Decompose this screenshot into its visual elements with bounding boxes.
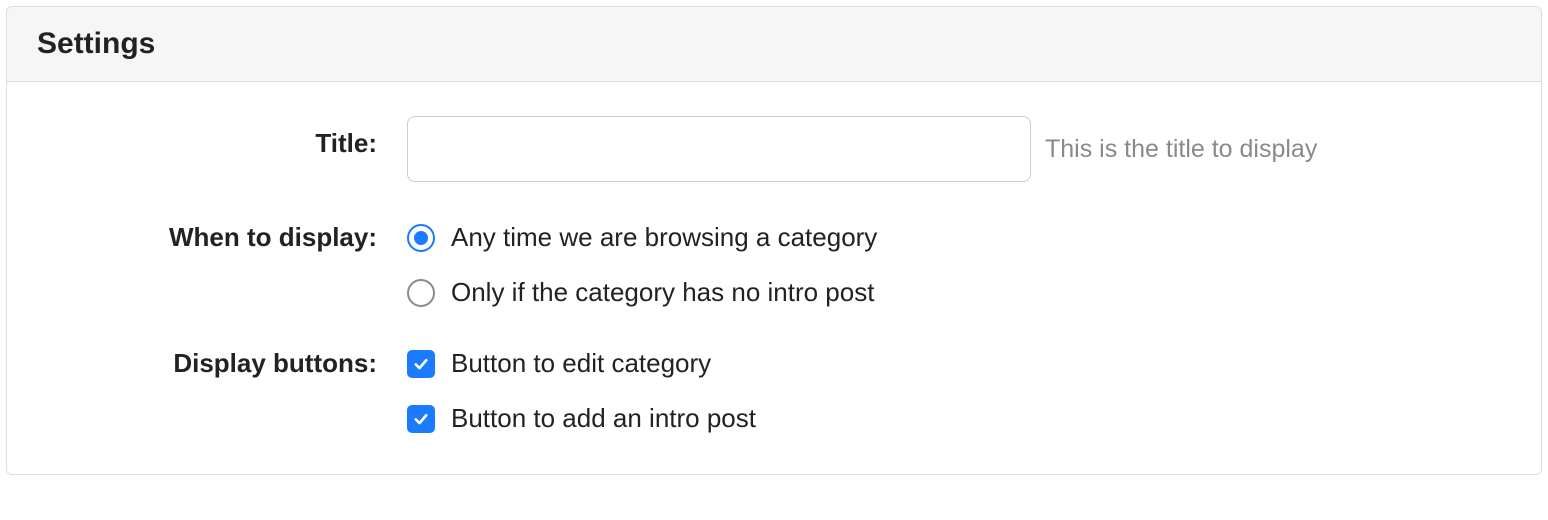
title-row: Title: This is the title to display [37, 116, 1511, 182]
radio-icon [407, 224, 435, 252]
radio-option-no-intro[interactable]: Only if the category has no intro post [407, 277, 877, 308]
settings-panel: Settings Title: This is the title to dis… [6, 6, 1542, 475]
when-to-display-options: Any time we are browsing a category Only… [407, 222, 877, 308]
checkbox-option-add-intro[interactable]: Button to add an intro post [407, 403, 756, 434]
checkbox-icon [407, 405, 435, 433]
checkbox-label: Button to add an intro post [451, 403, 756, 434]
checkbox-icon [407, 350, 435, 378]
title-control-wrap: This is the title to display [407, 116, 1511, 182]
when-to-display-row: When to display: Any time we are browsin… [37, 222, 1511, 308]
panel-body: Title: This is the title to display When… [7, 82, 1541, 474]
display-buttons-row: Display buttons: Button to edit category… [37, 348, 1511, 434]
display-buttons-options: Button to edit category Button to add an… [407, 348, 756, 434]
radio-label: Any time we are browsing a category [451, 222, 877, 253]
radio-option-any-time[interactable]: Any time we are browsing a category [407, 222, 877, 253]
checkbox-label: Button to edit category [451, 348, 711, 379]
title-label: Title: [37, 116, 407, 159]
panel-header: Settings [7, 7, 1541, 82]
when-to-display-label: When to display: [37, 222, 407, 253]
radio-icon [407, 279, 435, 307]
check-icon [412, 410, 430, 428]
radio-label: Only if the category has no intro post [451, 277, 874, 308]
display-buttons-label: Display buttons: [37, 348, 407, 379]
check-icon [412, 355, 430, 373]
checkbox-option-edit-category[interactable]: Button to edit category [407, 348, 756, 379]
title-hint: This is the title to display [1045, 135, 1317, 164]
panel-title: Settings [37, 27, 1511, 61]
title-input[interactable] [407, 116, 1031, 182]
